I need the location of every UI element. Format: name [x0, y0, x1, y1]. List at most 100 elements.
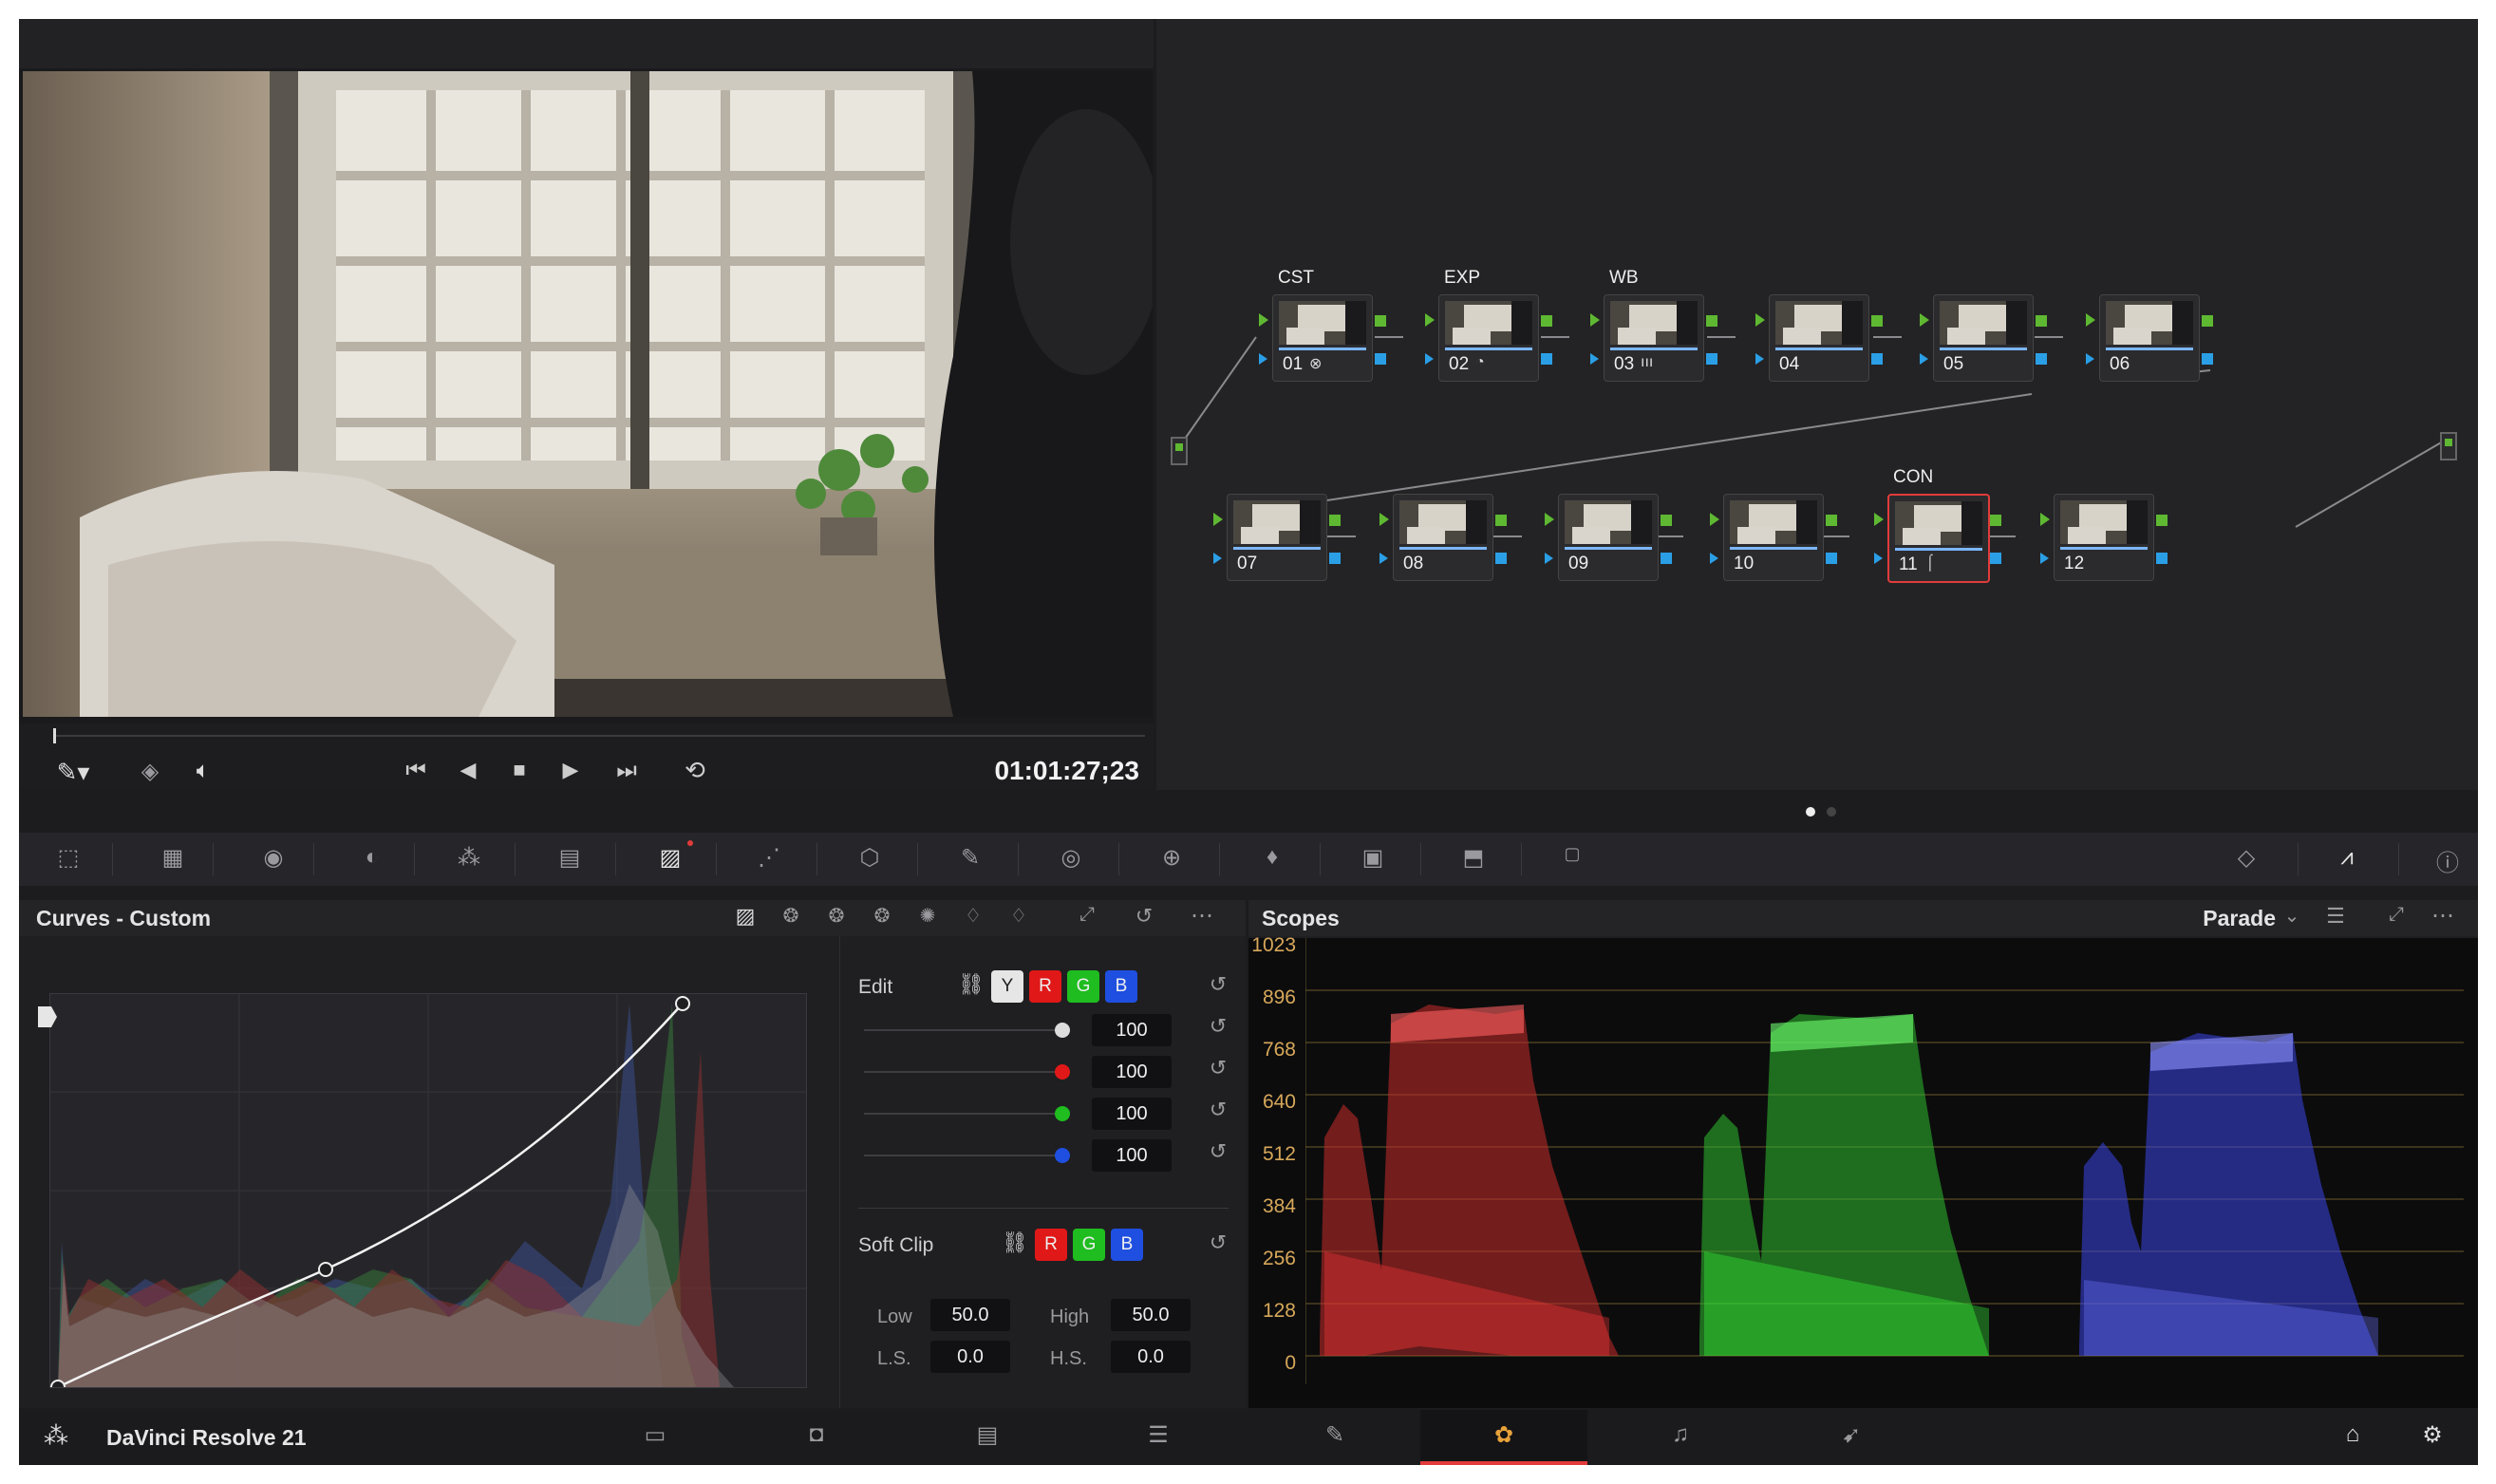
r-intensity-field[interactable]: 100 — [1092, 1056, 1172, 1088]
softclip-g-button[interactable]: G — [1073, 1229, 1105, 1261]
info-icon[interactable]: ⓘ — [2427, 844, 2468, 877]
key-output-port[interactable] — [1329, 553, 1341, 564]
primaries-wheels-icon[interactable]: ◉ — [253, 844, 294, 872]
key-output-port[interactable] — [1871, 353, 1883, 365]
hue-vs-hue-icon[interactable]: ❂ — [777, 904, 805, 928]
color-node[interactable]: 04 — [1769, 294, 1869, 382]
settings-gear-icon[interactable]: ⚙ — [2413, 1421, 2451, 1449]
key-input-port[interactable] — [1920, 353, 1928, 365]
color-node[interactable]: 03 ııı — [1604, 294, 1704, 382]
sat-vs-lum-icon[interactable]: ♢ — [1004, 904, 1033, 928]
playhead[interactable] — [53, 728, 56, 743]
g-slider-knob[interactable] — [1055, 1106, 1070, 1121]
channel-r-button[interactable]: R — [1029, 970, 1061, 1003]
curve-editor[interactable] — [49, 993, 807, 1395]
blur-icon[interactable]: ♦ — [1251, 844, 1293, 871]
rgb-input-port[interactable] — [1259, 313, 1268, 327]
rgb-input-port[interactable] — [1590, 313, 1600, 327]
reset-icon[interactable]: ↺ — [1130, 904, 1158, 929]
input-port[interactable] — [1171, 437, 1188, 465]
rgb-input-port[interactable] — [2040, 513, 2050, 526]
reset-icon[interactable]: ↺ — [1204, 1014, 1232, 1039]
eyedropper-icon[interactable]: ✎▾ — [49, 758, 97, 790]
curve-mode-icon[interactable]: ▨ — [731, 904, 760, 929]
key-output-port[interactable] — [1495, 553, 1507, 564]
window-icon[interactable]: ◎ — [1050, 844, 1092, 872]
more-options-icon[interactable]: ⋯ — [2424, 902, 2462, 930]
hdr-wheels-icon[interactable]: ◐ — [351, 844, 393, 871]
volume-icon[interactable]: 🔈︎ — [186, 758, 220, 784]
rgb-output-port[interactable] — [2202, 315, 2213, 327]
key-input-port[interactable] — [1379, 553, 1388, 564]
r-slider-knob[interactable] — [1055, 1064, 1070, 1080]
rgb-output-port[interactable] — [2036, 315, 2047, 327]
rgb-output-port[interactable] — [1706, 315, 1717, 327]
rgb-output-port[interactable] — [1329, 515, 1341, 526]
key-input-port[interactable] — [1259, 353, 1267, 365]
scopes-icon[interactable]: ⩘ — [2326, 844, 2368, 871]
reset-icon[interactable]: ↺ — [1204, 972, 1232, 997]
rgb-output-port[interactable] — [1541, 315, 1552, 327]
link-icon[interactable]: ⛓ — [1001, 1230, 1029, 1255]
skip-end-icon[interactable]: ⏭︎ — [608, 758, 646, 784]
viewer-frame[interactable] — [23, 71, 1153, 717]
key-output-port[interactable] — [1661, 553, 1672, 564]
3d-icon[interactable]: ▢ — [1551, 844, 1593, 864]
key-input-port[interactable] — [1213, 553, 1222, 564]
fairlight-brush-icon[interactable]: ✎ — [1316, 1421, 1354, 1449]
color-node[interactable]: 01 ⊗ — [1272, 294, 1373, 382]
hue-vs-sat-icon[interactable]: ❂ — [822, 904, 851, 928]
b-slider-knob[interactable] — [1055, 1148, 1070, 1163]
key-output-port[interactable] — [2036, 353, 2047, 365]
color-warper-icon[interactable]: ⋰ — [748, 844, 790, 872]
low-field[interactable]: 50.0 — [930, 1299, 1010, 1331]
color-node[interactable]: 07 — [1227, 494, 1327, 581]
fusion-page-icon[interactable]: ☰ — [1139, 1421, 1177, 1449]
chevron-down-icon[interactable]: ⌄ — [2278, 904, 2306, 928]
rgb-input-port[interactable] — [1874, 513, 1884, 526]
rgb-input-port[interactable] — [1379, 513, 1389, 526]
key-output-port[interactable] — [2202, 353, 2213, 365]
curves-icon[interactable]: ▨ — [649, 844, 691, 872]
rgb-input-port[interactable] — [1213, 513, 1223, 526]
key-output-port[interactable] — [2156, 553, 2168, 564]
key-input-port[interactable] — [1425, 353, 1434, 365]
reset-icon[interactable]: ↺ — [1204, 1098, 1232, 1122]
b-intensity-field[interactable]: 100 — [1092, 1139, 1172, 1172]
scrubber-track[interactable] — [53, 735, 1145, 737]
key-icon[interactable]: ▣ — [1352, 844, 1394, 872]
sat-vs-sat-icon[interactable]: ♢ — [959, 904, 987, 928]
key-input-port[interactable] — [1590, 353, 1599, 365]
reset-icon[interactable]: ↺ — [1204, 1230, 1232, 1255]
lum-vs-sat-icon[interactable]: ✺ — [913, 904, 942, 928]
expand-icon[interactable]: ⤢ — [1073, 904, 1101, 926]
key-input-port[interactable] — [1755, 353, 1764, 365]
y-intensity-slider[interactable] — [864, 1029, 1061, 1031]
y-intensity-field[interactable]: 100 — [1092, 1014, 1172, 1046]
scope-settings-icon[interactable]: ☰ — [2321, 904, 2350, 929]
rgb-output-port[interactable] — [1375, 315, 1386, 327]
keyframes-icon[interactable]: ◇ — [2225, 844, 2267, 872]
more-options-icon[interactable]: ⋯ — [1183, 902, 1221, 930]
parade-scope[interactable]: 1023 896 768 640 512 384 256 128 0 — [1248, 934, 2478, 1408]
rgb-output-port[interactable] — [1661, 515, 1672, 526]
key-input-port[interactable] — [1710, 553, 1718, 564]
b-intensity-slider[interactable] — [864, 1155, 1061, 1156]
channel-b-button[interactable]: B — [1105, 970, 1137, 1003]
color-node[interactable]: 10 — [1723, 494, 1824, 581]
skip-start-icon[interactable]: ⏮︎ — [397, 758, 435, 784]
loop-icon[interactable]: ⟲ — [676, 756, 714, 785]
key-output-port[interactable] — [1990, 553, 2001, 564]
y-slider-knob[interactable] — [1055, 1023, 1070, 1038]
scope-mode-select[interactable]: Parade — [2198, 906, 2276, 931]
sizing-icon[interactable]: ⬒ — [1453, 844, 1494, 872]
expand-icon[interactable]: ⤢ — [2382, 904, 2411, 926]
rgb-input-port[interactable] — [2086, 313, 2095, 327]
qualifier-icon[interactable]: ✎ — [949, 844, 991, 872]
rgb-input-port[interactable] — [1425, 313, 1435, 327]
color-warper-mesh-icon[interactable]: ⬡ — [849, 844, 891, 872]
rgb-output-port[interactable] — [2156, 515, 2168, 526]
g-intensity-field[interactable]: 100 — [1092, 1098, 1172, 1130]
rgb-output-port[interactable] — [1826, 515, 1837, 526]
rgb-input-port[interactable] — [1545, 513, 1554, 526]
